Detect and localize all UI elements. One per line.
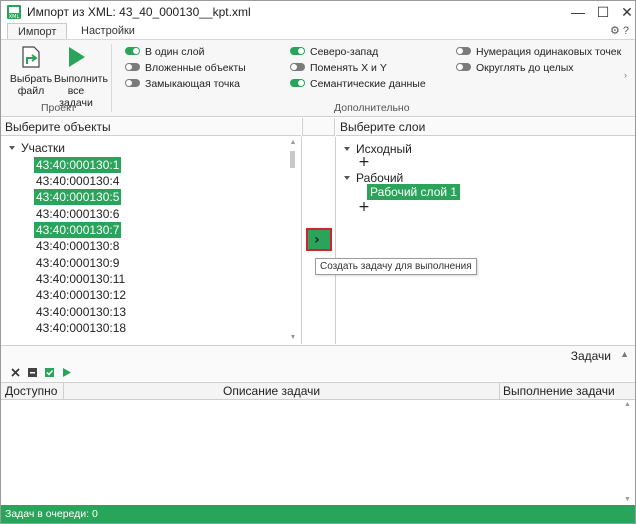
list-item[interactable]: 43:40:000130:12 (34, 287, 128, 303)
tree-node-label: Участки (21, 141, 65, 155)
objects-panel-header: Выберите объекты (1, 118, 301, 136)
scroll-thumb[interactable] (290, 151, 295, 168)
transfer-panel: › (302, 137, 336, 344)
toggle-closing-point[interactable]: Замыкающая точка (125, 77, 240, 91)
run-all-tasks-button[interactable]: Выполнить все задачи (54, 44, 108, 109)
ribbon-group-divider (111, 44, 112, 112)
tasks-scrollbar[interactable]: ▲ ▼ (623, 401, 633, 503)
delete-task-icon[interactable] (10, 367, 21, 378)
toggle-switch[interactable] (290, 47, 305, 56)
create-task-tooltip: Создать задачу для выполнения (315, 258, 477, 275)
list-item[interactable]: 43:40:000130:4 (34, 173, 121, 189)
list-item[interactable]: 43:40:000130:5 (34, 189, 122, 205)
toggle-nested-objects[interactable]: Вложенные объекты (125, 61, 246, 75)
choose-file-label: Выбрать файл (9, 73, 53, 97)
toggle-switch[interactable] (456, 47, 471, 56)
list-item[interactable]: 43:40:000130:18 (34, 320, 128, 336)
play-icon[interactable] (61, 367, 72, 378)
tasks-grid-body (1, 400, 635, 504)
toggle-swap-xy[interactable]: Поменять X и Y (290, 61, 387, 75)
toggle-switch[interactable] (456, 63, 471, 72)
toggle-label: Нумерация одинаковых точек (476, 46, 622, 58)
choose-file-button[interactable]: Выбрать файл (9, 44, 53, 97)
toggle-switch[interactable] (125, 63, 140, 72)
expand-triangle-icon[interactable] (344, 146, 350, 151)
toggle-switch[interactable] (125, 79, 140, 88)
column-header-execution[interactable]: Выполнение задачи (503, 383, 615, 400)
list-item[interactable]: 43:40:000130:7 (34, 222, 122, 238)
ribbon-collapse-icon[interactable]: › (624, 70, 632, 84)
toggle-label: Северо-запад (310, 46, 379, 58)
tasks-title-bar: Задачи ▲ (1, 345, 635, 365)
toggle-semantic-data[interactable]: Семантические данные (290, 77, 426, 91)
ribbon: Выбрать файл Выполнить все задачи Проект… (1, 39, 635, 117)
add-layer-icon[interactable]: + (358, 200, 370, 214)
chevron-right-icon: › (314, 232, 320, 248)
toggle-switch[interactable] (290, 79, 305, 88)
middle-panel-header (302, 118, 335, 136)
expand-triangle-icon[interactable] (9, 145, 15, 150)
objects-panel: Участки 43:40:000130:1 43:40:000130:4 43… (1, 137, 302, 344)
toggle-switch[interactable] (290, 63, 305, 72)
window-title: Импорт из XML: 43_40_000130__kpt.xml (27, 5, 251, 19)
expand-triangle-icon[interactable] (344, 175, 350, 180)
play-icon (69, 47, 85, 67)
status-bar: Задач в очереди: 0 (1, 505, 635, 523)
list-item[interactable]: 43:40:000130:1 (34, 157, 122, 173)
list-item[interactable]: 43:40:000130:8 (34, 238, 121, 254)
tree-node-working[interactable]: Рабочий (344, 171, 403, 185)
tree-node-source[interactable]: Исходный (344, 142, 412, 156)
list-item[interactable]: Рабочий слой 1 (367, 184, 461, 200)
import-window: XML Импорт из XML: 43_40_000130__kpt.xml… (0, 0, 636, 524)
scroll-up-icon[interactable]: ▲ (624, 401, 631, 408)
settings-help-icons[interactable]: ⚙ ? (610, 24, 629, 37)
list-item[interactable]: 43:40:000130:13 (34, 304, 128, 320)
toggle-label: Округлять до целых (476, 62, 574, 74)
list-item[interactable]: 43:40:000130:9 (34, 255, 121, 271)
scroll-up-icon[interactable]: ▲ (289, 139, 297, 147)
create-task-button[interactable]: › (306, 228, 332, 251)
uncheck-all-icon[interactable] (27, 367, 38, 378)
scroll-down-icon[interactable]: ▼ (289, 334, 297, 342)
choose-file-icon (22, 46, 40, 68)
objects-scrollbar[interactable]: ▲ ▼ (288, 139, 298, 342)
toggle-north-west[interactable]: Северо-запад (290, 45, 378, 59)
toggle-label: Семантические данные (310, 78, 426, 90)
close-button[interactable]: ✕ (612, 1, 635, 23)
layers-panel-header: Выберите слои (336, 118, 635, 136)
check-all-icon[interactable] (44, 367, 55, 378)
list-item[interactable]: 43:40:000130:11 (34, 271, 127, 287)
project-group-label: Проект (41, 102, 76, 114)
svg-text:XML: XML (9, 14, 20, 20)
title-bar: XML Импорт из XML: 43_40_000130__kpt.xml… (1, 1, 635, 23)
additional-group-label: Дополнительно (334, 102, 410, 114)
toggle-label: В один слой (145, 46, 205, 58)
column-header-available[interactable]: Доступно (5, 383, 57, 400)
toggle-label: Поменять X и Y (310, 62, 387, 74)
tab-import[interactable]: Импорт (7, 23, 68, 40)
tasks-toolbar (1, 365, 635, 381)
ribbon-tab-row: Импорт Настройки ⚙ ? (1, 23, 635, 40)
add-layer-icon[interactable]: + (358, 155, 370, 169)
column-header-description[interactable]: Описание задачи (223, 383, 320, 400)
tree-node-label: Рабочий (356, 171, 404, 185)
list-item[interactable]: 43:40:000130:6 (34, 206, 121, 222)
toggle-same-point-numbering[interactable]: Нумерация одинаковых точек (456, 45, 621, 59)
toggle-round-to-integer[interactable]: Округлять до целых (456, 61, 574, 75)
tasks-title: Задачи (570, 349, 611, 363)
tab-settings[interactable]: Настройки (71, 23, 145, 40)
toggle-label: Вложенные объекты (145, 62, 246, 74)
column-divider (499, 383, 500, 400)
collapse-icon[interactable]: ▲ (620, 349, 629, 359)
tasks-grid-header: Доступно Описание задачи Выполнение зада… (1, 382, 635, 400)
xml-app-icon: XML (7, 5, 21, 20)
layers-panel: Исходный + Рабочий Рабочий слой 1 + (336, 137, 635, 344)
toggle-switch[interactable] (125, 47, 140, 56)
toggle-single-layer[interactable]: В один слой (125, 45, 204, 59)
scroll-down-icon[interactable]: ▼ (624, 496, 631, 503)
tree-node-parcels[interactable]: Участки (9, 141, 65, 155)
toggle-label: Замыкающая точка (145, 78, 241, 90)
column-divider (63, 383, 64, 400)
